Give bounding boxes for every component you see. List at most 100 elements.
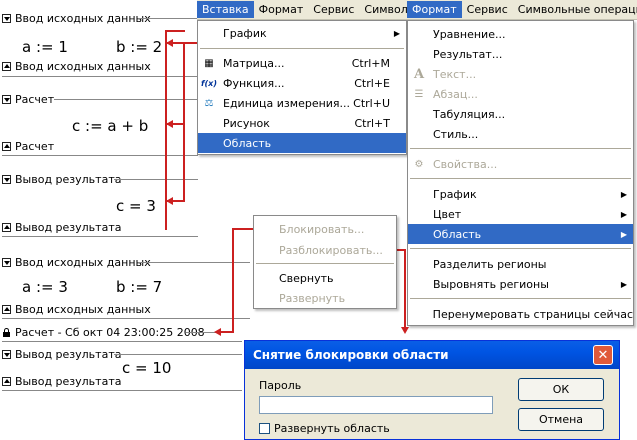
properties-icon: ⚙: [414, 158, 424, 170]
checkbox-label: Развернуть область: [274, 422, 390, 435]
expand-arrow-icon[interactable]: [2, 61, 11, 71]
dialog-titlebar[interactable]: Снятие блокировки области ✕: [245, 341, 619, 369]
collapse-arrow-icon[interactable]: [2, 257, 11, 267]
assign-b[interactable]: b := 2: [116, 38, 162, 56]
region-label: Ввод исходных данных: [15, 11, 151, 25]
blank-icon: [411, 206, 427, 222]
assign-c[interactable]: c := a + b: [72, 117, 148, 135]
menu-symbolics[interactable]: Символьные операции: [513, 1, 637, 18]
menu-separator: [410, 178, 631, 179]
unlock-region-dialog: Снятие блокировки области ✕ Пароль Разве…: [244, 340, 620, 440]
region-header-output-1[interactable]: Вывод результата: [2, 172, 121, 186]
menu-item-tabs[interactable]: Табуляция...: [408, 104, 633, 124]
expand-arrow-icon[interactable]: [2, 304, 11, 314]
insert-dropdown: График ▶ ▦ Матрица... Ctrl+M f(x) Функци…: [197, 20, 407, 155]
region-line: [138, 18, 198, 19]
result-c[interactable]: c = 3: [116, 197, 156, 215]
menu-item-color[interactable]: Цвет ▶: [408, 204, 633, 224]
menu-separator: [410, 298, 631, 299]
region-footer-input-1[interactable]: Ввод исходных данных: [2, 59, 151, 73]
blank-icon: [411, 26, 427, 42]
collapse-arrow-icon[interactable]: [2, 174, 11, 184]
menu-item-repaginate[interactable]: Перенумеровать страницы сейчас: [408, 304, 633, 324]
assign-a[interactable]: a := 1: [22, 38, 68, 56]
expand-region-checkbox[interactable]: Развернуть область: [259, 422, 390, 435]
blank-icon: [201, 115, 217, 131]
region-label: Вывод результата: [15, 220, 122, 234]
close-icon[interactable]: ✕: [593, 345, 613, 365]
lock-icon: [2, 327, 11, 337]
assign-b-2[interactable]: b := 7: [116, 278, 162, 296]
expand-arrow-icon[interactable]: [2, 222, 11, 232]
matrix-icon: ▦: [204, 57, 214, 69]
region-footer-output-1[interactable]: Вывод результата: [2, 220, 121, 234]
menu-item-separate-regions[interactable]: Разделить регионы: [408, 254, 633, 274]
region-line: [2, 390, 242, 391]
region-label: Вывод результата: [15, 374, 122, 388]
menu-item-equation[interactable]: Уравнение...: [408, 24, 633, 44]
region-header-calc-1[interactable]: Расчет: [2, 92, 54, 106]
region-header-output-2[interactable]: Вывод результата: [2, 347, 121, 361]
menu-item-unlock[interactable]: Разблокировать...: [254, 240, 396, 260]
menu-format[interactable]: Формат: [254, 1, 309, 18]
region-locked-calc-2[interactable]: Расчет - Сб окт 04 23:00:25 2008: [2, 325, 205, 339]
menu-format[interactable]: Формат: [407, 1, 462, 18]
arrowhead-icon: [401, 327, 409, 334]
paragraph-icon: ☰: [414, 88, 424, 100]
region-label: Вывод результата: [15, 172, 122, 186]
result-c-2[interactable]: c = 10: [122, 359, 171, 377]
arrow-line: [165, 30, 185, 32]
cancel-button[interactable]: Отмена: [518, 408, 604, 431]
region-header-input-2[interactable]: Ввод исходных данных: [2, 255, 151, 269]
menu-item-units[interactable]: ⚖ Единица измерения... Ctrl+U: [198, 93, 406, 113]
arrowhead-icon: [166, 197, 173, 205]
menu-item-region[interactable]: Область ▶: [408, 224, 633, 244]
region-label: Ввод исходных данных: [15, 302, 151, 316]
region-line: [2, 236, 198, 237]
menu-item-region[interactable]: Область: [198, 133, 406, 153]
menu-item-graph[interactable]: График ▶: [198, 23, 406, 43]
collapse-arrow-icon[interactable]: [2, 94, 11, 104]
password-label: Пароль: [259, 379, 302, 392]
menu-item-properties[interactable]: ⚙ Свойства...: [408, 154, 633, 174]
menu-insert[interactable]: Вставка: [197, 1, 254, 18]
menu-item-lock[interactable]: Блокировать...: [254, 219, 396, 239]
region-submenu: Блокировать... Разблокировать... Свернут…: [253, 215, 397, 309]
dialog-title: Снятие блокировки области: [253, 348, 449, 362]
expand-arrow-icon[interactable]: [2, 141, 11, 151]
region-footer-calc-1[interactable]: Расчет: [2, 139, 54, 153]
menu-item-function[interactable]: f(x) Функция... Ctrl+E: [198, 73, 406, 93]
blank-icon: [411, 256, 427, 272]
arrow-line: [232, 228, 234, 333]
menu-item-result[interactable]: Результат...: [408, 44, 633, 64]
blank-icon: [257, 270, 273, 286]
menu-item-picture[interactable]: Рисунок Ctrl+T: [198, 113, 406, 133]
expand-arrow-icon[interactable]: [2, 376, 11, 386]
menu-item-style[interactable]: Стиль...: [408, 124, 633, 144]
menu-tools[interactable]: Сервис: [308, 1, 359, 18]
menu-item-matrix[interactable]: ▦ Матрица... Ctrl+M: [198, 53, 406, 73]
menu-separator: [256, 263, 394, 264]
region-footer-output-2[interactable]: Вывод результата: [2, 374, 121, 388]
text-format-icon: A: [413, 66, 425, 82]
blank-icon: [257, 242, 273, 258]
menu-tools[interactable]: Сервис: [462, 1, 513, 18]
menu-item-collapse[interactable]: Свернуть: [254, 268, 396, 288]
checkbox-icon[interactable]: [259, 423, 270, 434]
menu-item-text[interactable]: A Текст...: [408, 64, 633, 84]
collapse-arrow-icon[interactable]: [2, 349, 11, 359]
region-footer-input-2[interactable]: Ввод исходных данных: [2, 302, 151, 316]
menu-item-graph[interactable]: График ▶: [408, 184, 633, 204]
region-line: [186, 332, 216, 333]
region-line: [54, 99, 204, 100]
menu-item-paragraph[interactable]: ☰ Абзац...: [408, 84, 633, 104]
ok-button[interactable]: ОК: [518, 378, 604, 401]
assign-a-2[interactable]: a := 3: [22, 278, 68, 296]
region-header-input-1[interactable]: Ввод исходных данных: [2, 11, 151, 25]
menu-item-expand[interactable]: Развернуть: [254, 288, 396, 308]
menu-item-align-regions[interactable]: Выровнять регионы ▶: [408, 274, 633, 294]
region-label: Вывод результата: [15, 347, 122, 361]
collapse-arrow-icon[interactable]: [2, 13, 11, 23]
password-input[interactable]: [259, 396, 493, 414]
units-icon: ⚖: [204, 97, 214, 109]
